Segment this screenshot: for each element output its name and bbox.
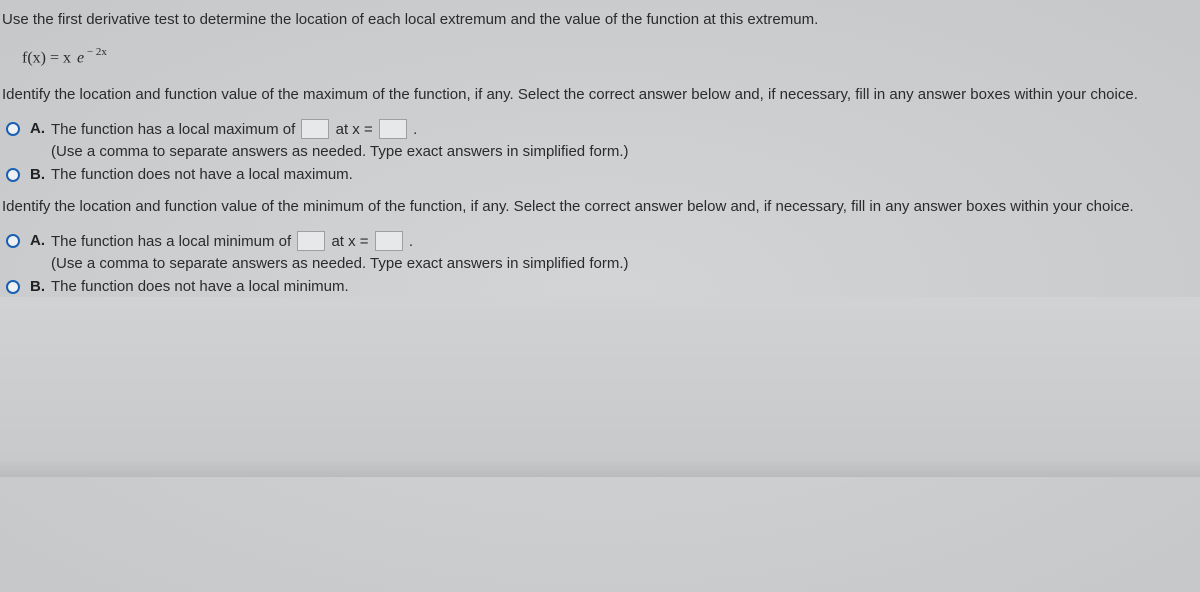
instruction-text: Use the first derivative test to determi… (2, 4, 1198, 35)
function-equation: f(x) = x e − 2x (2, 35, 1198, 79)
min-a-value-input[interactable] (297, 231, 325, 251)
min-a-letter: A. (20, 232, 51, 249)
min-a-post: . (405, 233, 413, 250)
max-a-value-input[interactable] (301, 119, 329, 139)
max-a-post: . (409, 121, 417, 138)
max-a-x-input[interactable] (379, 119, 407, 139)
equation-exponent: − 2x (84, 46, 107, 58)
max-a-mid: at x = (331, 121, 376, 138)
max-a-body: The function has a local maximum of at x… (51, 120, 1198, 160)
max-b-text: The function does not have a local maxim… (51, 166, 1198, 183)
min-a-x-input[interactable] (375, 231, 403, 251)
maximum-prompt: Identify the location and function value… (2, 79, 1198, 110)
min-a-body: The function has a local minimum of at x… (51, 232, 1198, 272)
min-a-hint: (Use a comma to separate answers as need… (51, 252, 1198, 272)
question-page: Use the first derivative test to determi… (0, 0, 1200, 297)
min-option-b-row: B. The function does not have a local mi… (2, 274, 1198, 297)
radio-min-a[interactable] (6, 234, 20, 248)
max-a-hint: (Use a comma to separate answers as need… (51, 140, 1198, 160)
min-b-text: The function does not have a local minim… (51, 278, 1198, 295)
max-option-a-row: A. The function has a local maximum of a… (2, 116, 1198, 162)
radio-max-b[interactable] (6, 168, 20, 182)
minimum-prompt: Identify the location and function value… (2, 191, 1198, 222)
max-a-pre: The function has a local maximum of (51, 121, 299, 138)
max-option-b-row: B. The function does not have a local ma… (2, 162, 1198, 185)
min-a-pre: The function has a local minimum of (51, 233, 295, 250)
max-b-letter: B. (20, 166, 51, 183)
empty-region (0, 297, 1200, 477)
radio-min-b[interactable] (6, 280, 20, 294)
min-b-letter: B. (20, 278, 51, 295)
min-a-mid: at x = (327, 233, 372, 250)
radio-max-a[interactable] (6, 122, 20, 136)
max-a-letter: A. (20, 120, 51, 137)
min-option-a-row: A. The function has a local minimum of a… (2, 228, 1198, 274)
equation-lhs: f(x) = x (22, 49, 71, 66)
